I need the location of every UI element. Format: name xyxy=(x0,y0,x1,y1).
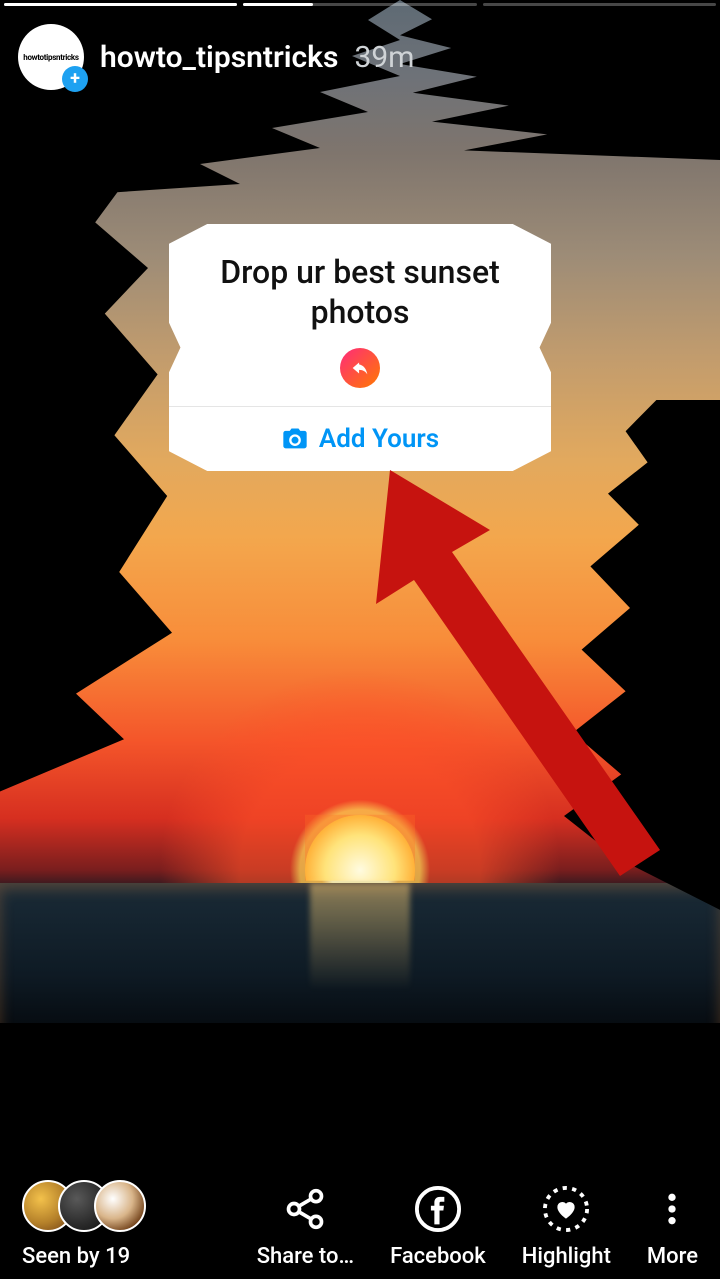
viewer-avatar xyxy=(94,1180,146,1232)
add-yours-sticker[interactable]: Drop ur best sunset photos Add Yours xyxy=(169,224,551,471)
progress-segment xyxy=(243,3,476,6)
share-to-button[interactable]: Share to… xyxy=(257,1184,354,1269)
add-yours-label: Add Yours xyxy=(319,424,439,454)
share-to-label: Share to… xyxy=(257,1244,354,1269)
progress-segment xyxy=(4,3,237,6)
story-header: howtotipsntricks + howto_tipsntricks 39m xyxy=(0,24,720,90)
add-yours-button[interactable]: Add Yours xyxy=(195,407,525,471)
camera-icon xyxy=(281,425,309,453)
highlight-heart-icon xyxy=(541,1184,591,1234)
sticker-prompt-text: Drop ur best sunset photos xyxy=(195,252,525,332)
timestamp-label: 39m xyxy=(354,40,414,75)
facebook-icon xyxy=(413,1184,463,1234)
seen-by-label: Seen by 19 xyxy=(22,1244,130,1269)
add-story-badge[interactable]: + xyxy=(62,66,88,92)
more-vertical-icon xyxy=(647,1184,697,1234)
username-label[interactable]: howto_tipsntricks xyxy=(100,40,338,75)
highlight-button[interactable]: Highlight xyxy=(522,1184,611,1269)
viewer-avatars xyxy=(22,1180,150,1234)
progress-segment xyxy=(483,3,716,6)
more-button[interactable]: More xyxy=(647,1184,698,1269)
more-label: More xyxy=(647,1244,698,1269)
profile-avatar[interactable]: howtotipsntricks + xyxy=(18,24,84,90)
facebook-button[interactable]: Facebook xyxy=(390,1184,486,1269)
avatar-text: howtotipsntricks xyxy=(23,53,78,62)
story-background-image xyxy=(0,0,720,1279)
highlight-label: Highlight xyxy=(522,1244,611,1269)
story-bottom-toolbar: Seen by 19 Share to… xyxy=(0,1180,720,1269)
story-view: howtotipsntricks + howto_tipsntricks 39m… xyxy=(0,0,720,1279)
reply-arrow-icon xyxy=(340,348,380,388)
seen-by-button[interactable]: Seen by 19 xyxy=(22,1180,150,1269)
facebook-label: Facebook xyxy=(390,1244,486,1269)
share-icon xyxy=(280,1184,330,1234)
story-progress-bar xyxy=(0,0,720,18)
